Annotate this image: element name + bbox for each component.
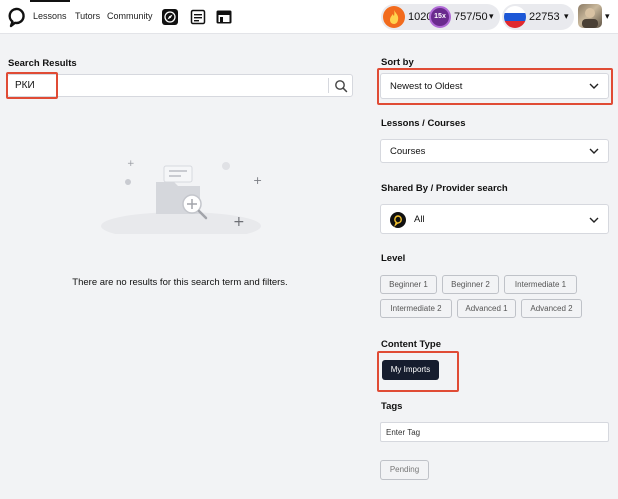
store-icon[interactable] <box>216 9 232 25</box>
pending-button[interactable]: Pending <box>380 460 429 480</box>
russian-flag-icon <box>504 6 526 28</box>
top-navigation-bar: Lessons Tutors Community 1020 15x 757/50… <box>0 0 618 34</box>
provider-select[interactable]: All <box>380 204 609 234</box>
divider <box>328 78 329 93</box>
chevron-down-icon <box>589 217 599 223</box>
provider-search-heading: Shared By / Provider search <box>381 183 508 194</box>
level-chip-beginner-2[interactable]: Beginner 2 <box>442 275 499 294</box>
flag-stripe-red <box>504 20 526 28</box>
lingq-logo-icon[interactable] <box>6 6 28 28</box>
lessons-courses-heading: Lessons / Courses <box>381 118 466 129</box>
streak-and-xp-pill[interactable]: 1020 15x 757/50 ▾ <box>381 4 500 30</box>
search-input[interactable]: РКИ <box>7 74 353 97</box>
chevron-down-icon: ▾ <box>489 11 494 21</box>
content-type-heading: Content Type <box>381 339 441 350</box>
highlight-sort-by <box>377 68 613 105</box>
no-results-message: There are no results for this search ter… <box>72 277 288 288</box>
level-chip-intermediate-2[interactable]: Intermediate 2 <box>380 299 452 318</box>
search-icon[interactable] <box>334 79 348 93</box>
flag-stripe-white <box>504 6 526 14</box>
highlight-search-term <box>6 72 58 99</box>
chevron-down-icon[interactable]: ▾ <box>605 11 610 22</box>
xp-progress: 757/50 <box>454 11 488 23</box>
coin-count: 22753 <box>529 11 560 23</box>
flame-icon <box>383 6 405 28</box>
language-pill[interactable]: 22753 ▾ <box>502 4 574 30</box>
nav-lessons-link[interactable]: Lessons <box>33 11 67 21</box>
flag-stripe-blue <box>504 13 526 21</box>
chevron-down-icon: ▾ <box>564 11 569 21</box>
lessons-courses-value: Courses <box>390 146 426 157</box>
svg-text:+: + <box>233 214 245 230</box>
svg-text:+: + <box>127 159 135 169</box>
highlight-my-imports <box>377 351 459 392</box>
provider-value: All <box>414 214 425 225</box>
nav-community-link[interactable]: Community <box>107 11 153 21</box>
svg-text:+: + <box>253 174 262 187</box>
multiplier-badge: 15x <box>429 6 451 28</box>
level-heading: Level <box>381 253 406 264</box>
chevron-down-icon <box>589 148 599 154</box>
lessons-courses-select[interactable]: Courses <box>380 139 609 163</box>
tags-heading: Tags <box>381 401 403 412</box>
provider-lingq-icon <box>390 212 406 228</box>
reader-icon[interactable] <box>190 9 206 25</box>
nav-tutors-link[interactable]: Tutors <box>75 11 100 21</box>
level-chip-advanced-2[interactable]: Advanced 2 <box>521 299 582 318</box>
empty-folder-illustration: + + + <box>101 159 262 234</box>
user-avatar[interactable] <box>578 4 602 28</box>
level-chip-beginner-1[interactable]: Beginner 1 <box>380 275 437 294</box>
sort-by-heading: Sort by <box>381 57 414 68</box>
level-chip-advanced-1[interactable]: Advanced 1 <box>457 299 516 318</box>
tag-input[interactable]: Enter Tag <box>380 422 609 442</box>
active-tab-indicator <box>30 0 70 2</box>
search-results-heading: Search Results <box>8 58 77 69</box>
level-chip-intermediate-1[interactable]: Intermediate 1 <box>504 275 577 294</box>
compass-icon[interactable] <box>162 9 178 25</box>
